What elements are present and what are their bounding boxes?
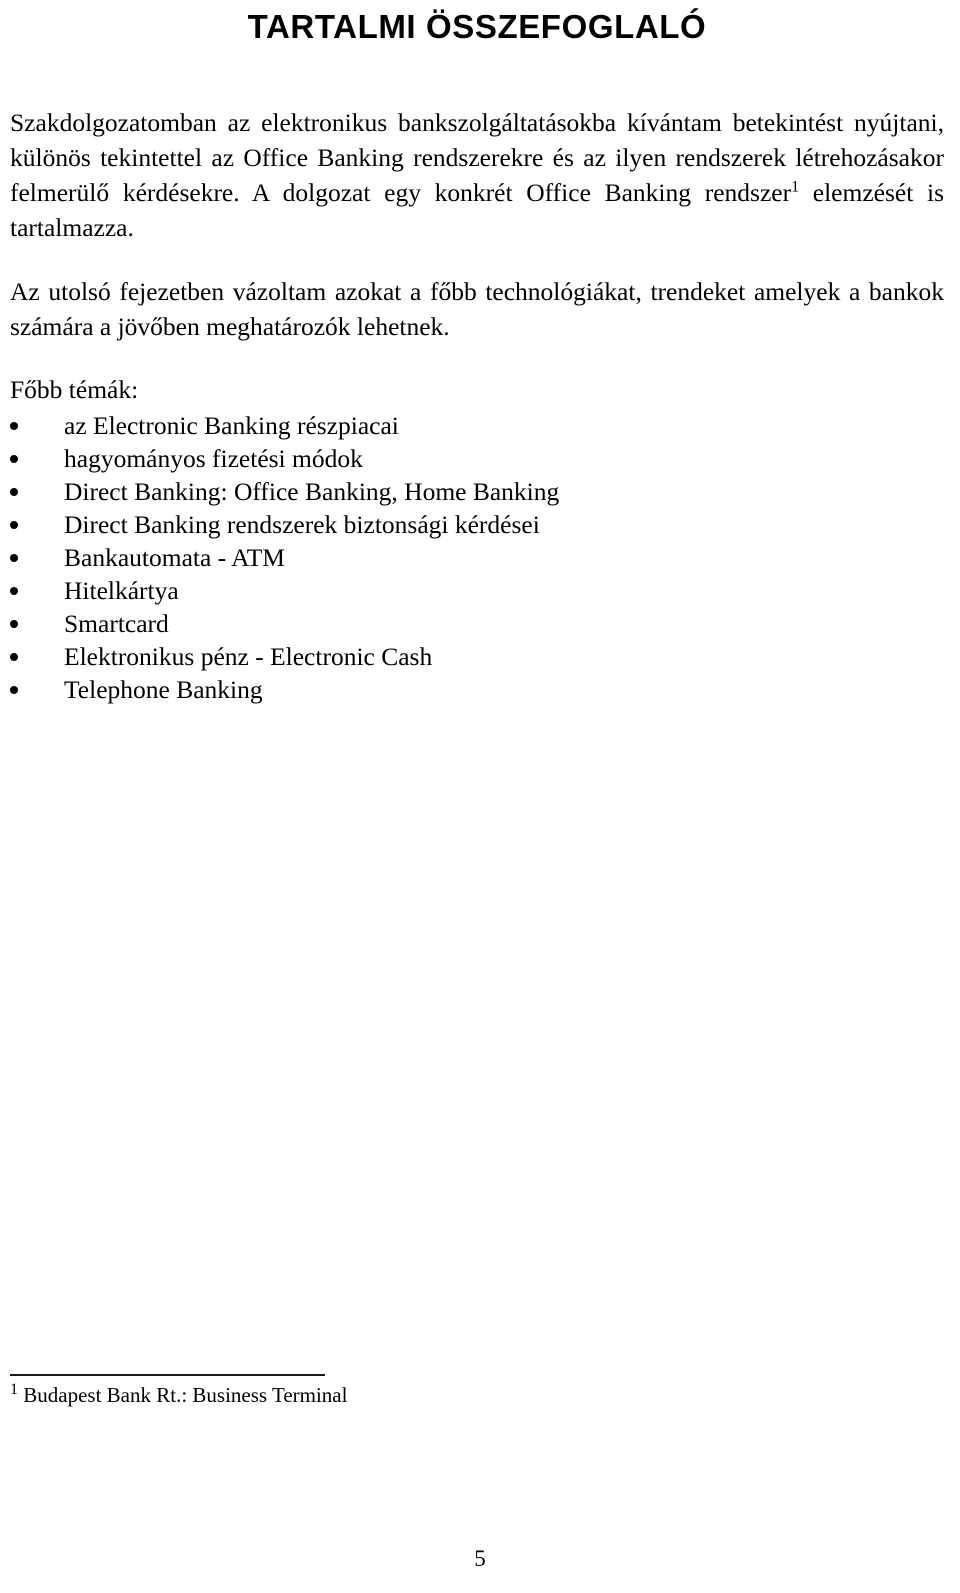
list-item: Bankautomata - ATM <box>10 541 944 574</box>
topics-heading: Főbb témák: <box>10 375 139 404</box>
list-item-label: Smartcard <box>64 609 169 638</box>
bullet-icon <box>10 554 18 562</box>
footnote-separator-rule <box>10 1374 325 1376</box>
footnote-area: 1 Budapest Bank Rt.: Business Terminal <box>10 1374 944 1409</box>
bullet-icon <box>10 587 18 595</box>
footnote-label: Budapest Bank Rt.: Business Terminal <box>23 1383 348 1407</box>
list-item-label: Direct Banking: Office Banking, Home Ban… <box>64 477 560 506</box>
list-item: Hitelkártya <box>10 574 944 607</box>
list-item-label: az Electronic Banking részpiacai <box>64 411 399 440</box>
bullet-icon <box>10 422 18 430</box>
list-item: hagyományos fizetési módok <box>10 442 944 475</box>
list-item: Elektronikus pénz - Electronic Cash <box>10 640 944 673</box>
page-title: TARTALMI ÖSSZEFOGLALÓ <box>247 8 707 45</box>
list-item-label: Telephone Banking <box>64 675 263 704</box>
list-item-label: Hitelkártya <box>64 576 179 605</box>
footnote-reference-marker[interactable]: 1 <box>791 179 799 196</box>
list-item: Telephone Banking <box>10 673 944 706</box>
list-item: az Electronic Banking részpiacai <box>10 409 944 442</box>
page-number: 5 <box>474 1546 486 1571</box>
footnote-entry: 1 Budapest Bank Rt.: Business Terminal <box>10 1381 944 1409</box>
bullet-icon <box>10 521 18 529</box>
bullet-icon <box>10 488 18 496</box>
document-page: TARTALMI ÖSSZEFOGLALÓ Szakdolgozatomban … <box>0 0 960 1593</box>
list-item: Direct Banking rendszerek biztonsági kér… <box>10 508 944 541</box>
paragraph-last-chapter: Az utolsó fejezetben vázoltam azokat a f… <box>10 277 944 341</box>
paragraph-intro: Szakdolgozatomban az elektronikus banksz… <box>10 105 944 245</box>
bullet-icon <box>10 620 18 628</box>
topics-list: az Electronic Banking részpiacai hagyomá… <box>10 409 944 706</box>
bullet-icon <box>10 686 18 694</box>
list-item-label: Direct Banking rendszerek biztonsági kér… <box>64 510 540 539</box>
footnote-number: 1 <box>10 1381 18 1398</box>
list-item-label: Bankautomata - ATM <box>64 543 285 572</box>
list-item: Direct Banking: Office Banking, Home Ban… <box>10 475 944 508</box>
list-item-label: hagyományos fizetési módok <box>64 444 363 473</box>
page-content: TARTALMI ÖSSZEFOGLALÓ Szakdolgozatomban … <box>10 0 944 706</box>
bullet-icon <box>10 653 18 661</box>
list-item: Smartcard <box>10 607 944 640</box>
list-item-label: Elektronikus pénz - Electronic Cash <box>64 642 433 671</box>
bullet-icon <box>10 455 18 463</box>
